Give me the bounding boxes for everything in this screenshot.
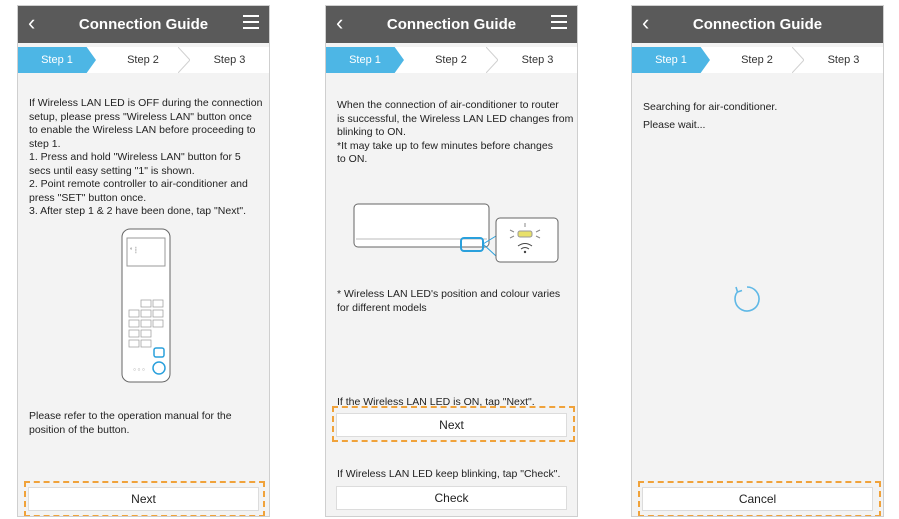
instructions: If Wireless LAN LED is OFF during the co… [29,97,262,219]
note-line: position of the button. [29,423,130,436]
instruction-line: press "SET" button once. [29,191,147,204]
instructions: When the connection of air-conditioner t… [337,99,573,167]
step-indicator: Step 1 Step 2 Step 3 [632,47,883,73]
instruction-line: to ON. [337,153,368,165]
step-indicator: Step 1 Step 2 Step 3 [18,47,269,73]
back-icon[interactable]: ‹ [28,12,35,34]
screen-step1-led: ‹ Connection Guide Step 1 Step 2 Step 3 … [325,5,578,517]
search-status: Searching for air-conditioner. [643,101,778,113]
note: * Wireless LAN LED's position and colour… [337,288,560,315]
screen-searching: ‹ Connection Guide Step 1 Step 2 Step 3 … [631,5,884,517]
step-3: Step 3 [213,54,246,66]
instruction-line: 3. After step 1 & 2 have been done, tap … [29,205,247,217]
step-3: Step 3 [827,54,860,66]
instruction-line: step 1. [29,137,61,150]
instruction-line: If Wireless LAN LED is OFF during the co… [29,97,263,109]
wait-message: Please wait... [643,119,706,131]
step-2: Step 2 [741,54,773,66]
step-2: Step 2 [127,54,159,66]
note-line: * Wireless LAN LED's position and colour… [337,288,561,300]
app-header: ‹ Connection Guide [326,6,577,43]
svg-text:○ ○ ○: ○ ○ ○ [133,367,145,373]
page-title: Connection Guide [78,16,209,33]
instruction-line: 1. Press and hold "Wireless LAN" button … [29,151,241,163]
cancel-button[interactable]: Cancel [642,487,873,511]
air-conditioner-illustration [353,203,559,263]
blink-prompt: If Wireless LAN LED keep blinking, tap "… [337,468,561,480]
instruction-line: to enable the Wireless LAN before procee… [29,124,256,136]
instruction-line: secs until easy setting "1" is shown. [29,164,195,177]
note-line: Please refer to the operation manual for… [29,410,232,422]
step-indicator: Step 1 Step 2 Step 3 [326,47,577,73]
step-1: Step 1 [632,47,710,73]
loading-spinner-icon [734,286,760,312]
back-icon[interactable]: ‹ [642,12,649,34]
menu-icon[interactable] [243,15,259,31]
check-button[interactable]: Check [336,486,567,510]
svg-text:° ┆: ° ┆ [130,246,138,254]
instruction-line: is successful, the Wireless LAN LED chan… [337,112,574,125]
instruction-line: setup, please press "Wireless LAN" butto… [29,110,252,123]
instruction-line: blinking to ON. [337,126,406,138]
step-3: Step 3 [521,54,554,66]
note-line: for different models [337,301,427,314]
app-header: ‹ Connection Guide [18,6,269,43]
screen-step1: ‹ Connection Guide Step 1 Step 2 Step 3 … [17,5,270,517]
instruction-line: When the connection of air-conditioner t… [337,99,559,111]
step-1: Step 1 [326,47,404,73]
note: Please refer to the operation manual for… [29,410,232,437]
remote-controller-illustration: ° ┆ ○ ○ ○ [121,228,171,383]
app-header: ‹ Connection Guide [632,6,883,43]
next-button[interactable]: Next [336,413,567,437]
step-1: Step 1 [18,47,96,73]
menu-icon[interactable] [551,15,567,31]
back-icon[interactable]: ‹ [336,12,343,34]
next-button[interactable]: Next [28,487,259,511]
page-title: Connection Guide [692,16,823,33]
instruction-line: *It may take up to few minutes before ch… [337,139,553,152]
instruction-line: 2. Point remote controller to air-condit… [29,178,248,190]
page-title: Connection Guide [386,16,517,33]
step-2: Step 2 [435,54,467,66]
